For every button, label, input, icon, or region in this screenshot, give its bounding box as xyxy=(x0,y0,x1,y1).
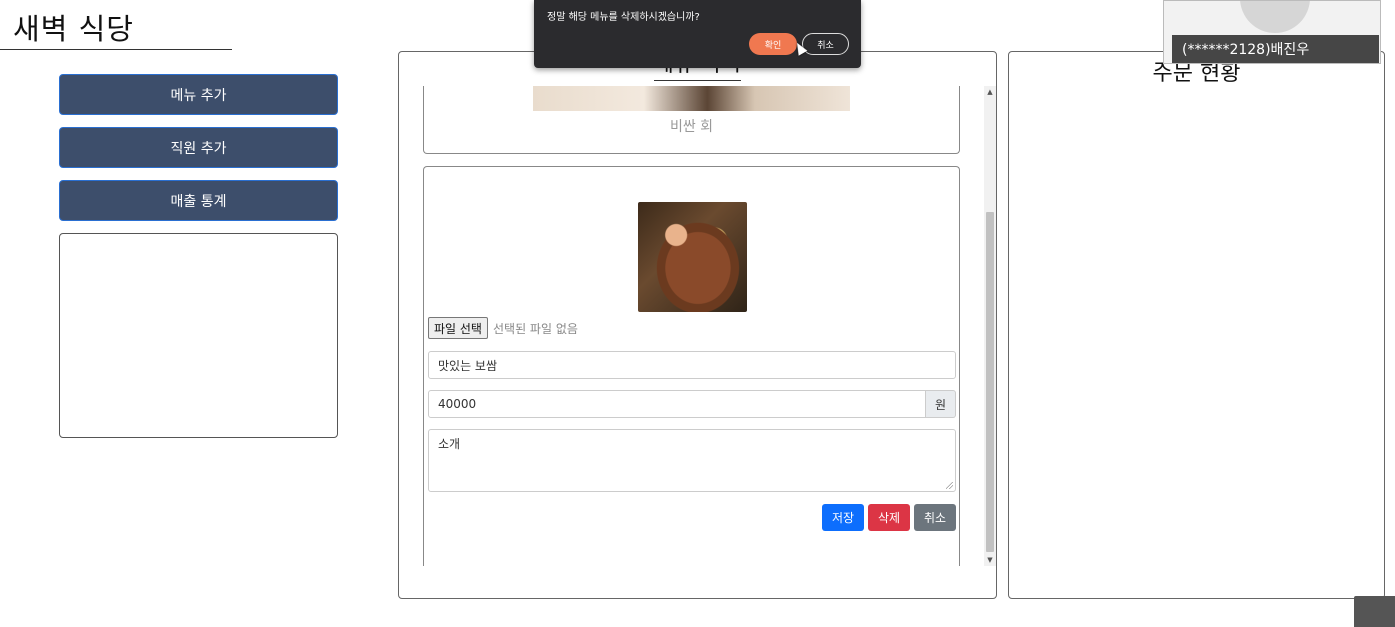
menu-price-input[interactable]: 40000 xyxy=(428,390,926,418)
add-menu-button[interactable]: 메뉴 추가 xyxy=(59,74,338,115)
dialog-confirm-button[interactable]: 확인 xyxy=(749,33,797,55)
menu-description-input[interactable]: 소개 xyxy=(428,429,956,492)
price-unit-label: 원 xyxy=(926,390,956,418)
cancel-button[interactable]: 취소 xyxy=(914,504,956,531)
app-title: 새벽 식당 xyxy=(13,12,134,46)
dialog-cancel-button[interactable]: 취소 xyxy=(802,33,849,55)
add-staff-button[interactable]: 직원 추가 xyxy=(59,127,338,168)
file-status-text: 선택된 파일 없음 xyxy=(493,322,578,336)
menu-name: 비싼 회 xyxy=(669,119,714,135)
scroll-down-arrow-icon[interactable]: ▼ xyxy=(984,554,996,566)
save-button[interactable]: 저장 xyxy=(822,504,864,531)
menu-description-text: 소개 xyxy=(438,437,461,451)
delete-confirm-dialog: 정말 해당 메뉴를 삭제하시겠습니까? 확인 취소 xyxy=(534,0,861,68)
scroll-thumb[interactable] xyxy=(986,212,994,552)
menu-image xyxy=(533,86,850,111)
delete-button[interactable]: 삭제 xyxy=(868,504,910,531)
menu-image xyxy=(638,202,747,312)
scroll-up-arrow-icon[interactable]: ▲ xyxy=(984,86,996,98)
menu-name-input[interactable]: 맛있는 보쌈 xyxy=(428,351,956,379)
menu-card[interactable]: 비싼 회 xyxy=(423,86,960,154)
resize-grip-icon[interactable] xyxy=(946,482,953,489)
sidebar-info-box xyxy=(59,233,338,438)
menu-list-scrollbar[interactable]: ▲ ▼ xyxy=(984,86,996,566)
participant-name: (******2128)배진우 xyxy=(1172,35,1379,63)
menu-edit-card: 파일 선택 선택된 파일 없음 맛있는 보쌈 40000 원 소개 저장 삭제 … xyxy=(423,166,960,566)
avatar xyxy=(1240,1,1310,33)
sales-stats-button[interactable]: 매출 통계 xyxy=(59,180,338,221)
order-status-panel: 주문 현황 xyxy=(1008,51,1385,599)
video-participant-tile: (******2128)배진우 xyxy=(1163,0,1381,64)
corner-widget[interactable] xyxy=(1354,596,1395,627)
file-select-button[interactable]: 파일 선택 xyxy=(428,317,488,339)
dialog-message: 정말 해당 메뉴를 삭제하시겠습니까? xyxy=(547,12,700,23)
title-underline xyxy=(0,49,232,50)
